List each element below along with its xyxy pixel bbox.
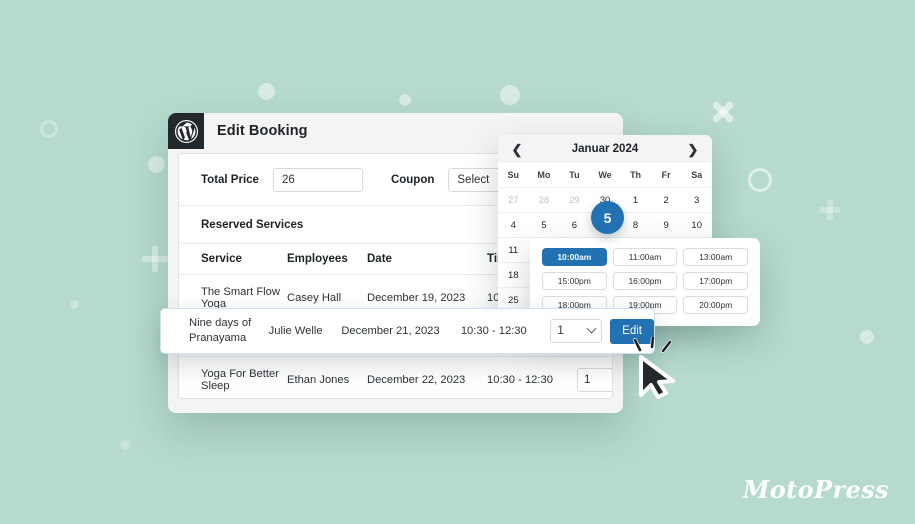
cell-qty: 1: [577, 356, 612, 398]
cell-time: 10:30 - 12:30: [487, 356, 577, 398]
deco-cross: [710, 99, 736, 125]
weekday-header: Mo: [528, 163, 560, 188]
deco-plus: [142, 246, 168, 272]
calendar-day[interactable]: 6: [559, 213, 590, 238]
cell-employee: Ethan Jones: [287, 356, 367, 398]
chevron-left-icon[interactable]: ❮: [510, 143, 524, 156]
calendar-day[interactable]: 9: [650, 213, 682, 238]
calendar-day[interactable]: 1: [620, 188, 651, 213]
calendar-selected-day[interactable]: 5: [591, 201, 624, 234]
cell-service: Nine days of Pranayama: [189, 317, 252, 344]
quantity-select[interactable]: 1: [550, 319, 603, 343]
total-price-label: Total Price: [201, 174, 259, 186]
column-header-service: Service: [179, 244, 287, 275]
quantity-value: 1: [584, 374, 591, 386]
time-slot[interactable]: 20:00pm: [683, 296, 748, 314]
cell-date: December 22, 2023: [367, 356, 487, 398]
weekday-header: We: [589, 163, 621, 188]
motopress-logo: MotoPress: [742, 475, 889, 504]
click-cursor-icon: [628, 335, 686, 404]
time-slot[interactable]: 16:00pm: [612, 272, 678, 290]
deco-dot: [120, 440, 130, 450]
time-slot[interactable]: 10:00am: [542, 248, 607, 266]
time-slot[interactable]: 11:00am: [612, 248, 678, 266]
deco-dot: [399, 94, 411, 106]
deco-dot: [500, 85, 520, 105]
deco-dot: [70, 300, 79, 309]
deco-ring: [40, 120, 58, 138]
calendar-day[interactable]: 10: [681, 213, 712, 238]
column-header-employees: Employees: [287, 244, 367, 275]
coupon-select-value: Select: [457, 174, 490, 186]
wordpress-icon: [168, 113, 204, 149]
time-slots-grid: 10:00am 11:00am 13:00am 15:00pm 16:00pm …: [542, 248, 748, 314]
calendar-day[interactable]: 29: [559, 188, 590, 213]
column-header-date: Date: [367, 244, 487, 275]
cell-time: 10:30 - 12:30: [460, 325, 527, 337]
deco-plus: [820, 200, 840, 220]
cell-employee: Julie Welle: [268, 325, 323, 337]
time-slot[interactable]: 13:00am: [683, 248, 748, 266]
cell-date: December 21, 2023: [341, 325, 440, 337]
cell-qty: 1: [550, 319, 610, 343]
calendar-header: ❮ Januar 2024 ❯: [498, 135, 712, 163]
coupon-label: Coupon: [390, 174, 435, 186]
time-slot[interactable]: 15:00pm: [542, 272, 607, 290]
quantity-select[interactable]: 1: [577, 368, 612, 392]
calendar-month-label: Januar 2024: [571, 143, 639, 155]
weekday-header: Fr: [650, 163, 682, 188]
quantity-value: 1: [557, 325, 564, 337]
weekday-header: Su: [498, 163, 529, 188]
calendar-day[interactable]: 18: [498, 263, 529, 288]
weekday-header: Th: [620, 163, 651, 188]
total-price-input[interactable]: 26: [272, 168, 363, 192]
chevron-right-icon[interactable]: ❯: [686, 143, 700, 156]
deco-dot: [148, 156, 165, 173]
calendar-day[interactable]: 8: [620, 213, 651, 238]
calendar-day[interactable]: 28: [528, 188, 560, 213]
weekday-header: Tu: [559, 163, 590, 188]
chevron-down-icon: [586, 323, 597, 334]
deco-ring: [748, 168, 772, 192]
table-row[interactable]: Yoga For Better Sleep Ethan Jones Decemb…: [179, 356, 612, 398]
calendar-day[interactable]: 11: [498, 238, 529, 263]
weekday-header: Sa: [681, 163, 712, 188]
deco-dot: [860, 330, 874, 344]
time-slot[interactable]: 17:00pm: [683, 272, 748, 290]
deco-dot: [258, 83, 275, 100]
calendar-day[interactable]: 27: [498, 188, 529, 213]
highlighted-service-row[interactable]: Nine days of Pranayama Julie Welle Decem…: [160, 308, 655, 354]
calendar-day[interactable]: 4: [498, 213, 529, 238]
cell-service: Yoga For Better Sleep: [179, 356, 287, 398]
calendar-day[interactable]: 5: [528, 213, 560, 238]
calendar-day[interactable]: 2: [650, 188, 682, 213]
page-title: Edit Booking: [217, 123, 308, 139]
calendar-day[interactable]: 3: [681, 188, 712, 213]
